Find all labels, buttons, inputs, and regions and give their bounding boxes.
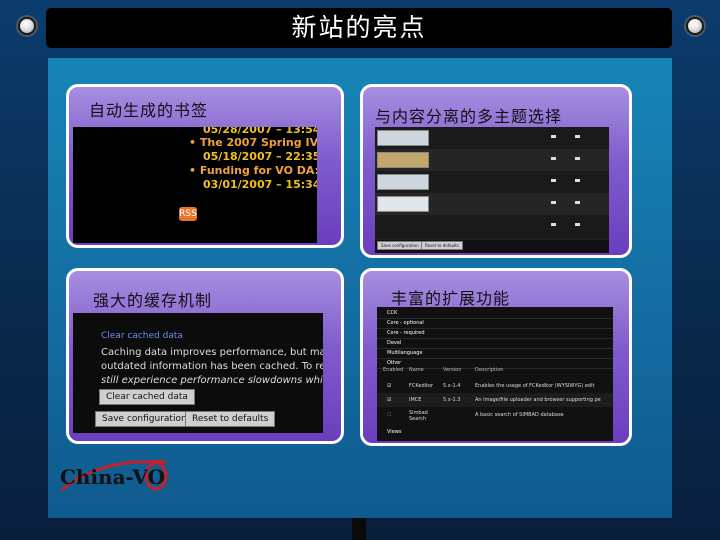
cache-description: Caching data improves performance, but m… bbox=[101, 347, 323, 358]
cache-description: still experience performance slowdowns w… bbox=[101, 375, 323, 386]
module-description: An image/file uploader and browser suppo… bbox=[475, 397, 601, 403]
modules-screenshot: CCK Core - optional Core - required Deve… bbox=[377, 307, 613, 441]
card-cache: 强大的缓存机制 Clear cached data Caching data i… bbox=[66, 268, 344, 444]
china-vo-logo: China-VO bbox=[58, 452, 170, 496]
checkbox-icon[interactable] bbox=[575, 201, 580, 204]
module-description: A basic search of SIMBAD database bbox=[475, 412, 564, 418]
module-version: 5.x-1.4 bbox=[443, 383, 461, 389]
cache-heading: Clear cached data bbox=[101, 331, 183, 341]
bookmark-link-text[interactable]: Funding for VO DA: bbox=[200, 164, 317, 177]
radio-icon[interactable] bbox=[551, 223, 556, 226]
card-modules: 丰富的扩展功能 CCK Core - optional Core - requi… bbox=[360, 268, 632, 446]
card-title-bookmarks: 自动生成的书签 bbox=[89, 101, 209, 120]
bookmark-link-text[interactable]: The 2007 Spring IVO bbox=[200, 136, 317, 149]
header-version: Version bbox=[443, 367, 462, 373]
theme-row[interactable] bbox=[375, 149, 609, 172]
radio-icon[interactable] bbox=[551, 157, 556, 160]
cache-screenshot: Clear cached data Caching data improves … bbox=[73, 313, 323, 433]
bookmark-link[interactable]: • Funding for VO DA: bbox=[189, 164, 317, 177]
bookmark-date: 05/18/2007 – 22:35 bbox=[203, 150, 317, 163]
logo-text: China-VO bbox=[60, 465, 165, 489]
modules-table-header: Enabled Name Version Description bbox=[377, 367, 613, 377]
slide-frame: 新站的亮点 自动生成的书签 05/28/2007 – 13:54 • The 2… bbox=[0, 0, 720, 540]
checkbox-icon[interactable]: ☑ bbox=[387, 393, 391, 407]
table-row: ☑ IMCE 5.x-1.3 An image/file uploader an… bbox=[377, 393, 613, 407]
table-row: ☐ Simbad Search A basic search of SIMBAD… bbox=[377, 407, 613, 423]
content-panel: 自动生成的书签 05/28/2007 – 13:54 • The 2007 Sp… bbox=[48, 58, 672, 518]
logo-swoosh-icon: China-VO bbox=[60, 460, 168, 492]
radio-icon[interactable] bbox=[551, 135, 556, 138]
bookmark-date: 05/28/2007 – 13:54 bbox=[203, 127, 317, 136]
bookmarks-screenshot: 05/28/2007 – 13:54 • The 2007 Spring IVO… bbox=[73, 127, 317, 243]
theme-row[interactable] bbox=[375, 127, 609, 150]
radio-icon[interactable] bbox=[551, 201, 556, 204]
save-configuration-button[interactable]: Save configuration bbox=[95, 411, 194, 427]
checkbox-icon[interactable] bbox=[575, 135, 580, 138]
bookmark-link[interactable]: • The 2007 Spring IVO bbox=[189, 136, 317, 149]
left-knob-icon bbox=[18, 17, 36, 35]
slide-title: 新站的亮点 bbox=[46, 8, 672, 48]
theme-row[interactable] bbox=[375, 193, 609, 216]
theme-row[interactable] bbox=[375, 215, 609, 240]
checkbox-icon[interactable] bbox=[575, 157, 580, 160]
theme-thumbnail-icon bbox=[377, 152, 429, 168]
theme-thumbnail-icon bbox=[377, 196, 429, 212]
module-group[interactable]: Views bbox=[387, 429, 401, 435]
theme-thumbnail-icon bbox=[377, 130, 429, 146]
card-title-cache: 强大的缓存机制 bbox=[93, 291, 213, 310]
theme-thumbnail-icon bbox=[377, 174, 429, 190]
card-themes: 与内容分离的多主题选择 Save configuration Reset to … bbox=[360, 84, 632, 258]
module-name: IMCE bbox=[409, 397, 422, 403]
radio-icon[interactable] bbox=[551, 179, 556, 182]
save-configuration-button[interactable]: Save configuration bbox=[377, 241, 423, 250]
module-name: FCKeditor bbox=[409, 383, 434, 389]
checkbox-icon[interactable] bbox=[575, 223, 580, 226]
module-version: 5.x-1.3 bbox=[443, 397, 461, 403]
checkbox-icon[interactable] bbox=[575, 179, 580, 182]
checkbox-icon[interactable]: ☐ bbox=[387, 407, 391, 423]
reset-defaults-button[interactable]: Reset to defaults bbox=[421, 241, 463, 250]
card-title-modules: 丰富的扩展功能 bbox=[391, 289, 511, 308]
card-bookmarks: 自动生成的书签 05/28/2007 – 13:54 • The 2007 Sp… bbox=[66, 84, 344, 248]
header-name: Name bbox=[409, 367, 424, 373]
cache-description: outdated information has been cached. To… bbox=[101, 361, 323, 372]
module-name: Simbad Search bbox=[409, 410, 428, 422]
header-description: Description bbox=[475, 367, 504, 373]
clear-cached-data-button[interactable]: Clear cached data bbox=[99, 389, 195, 405]
checkbox-icon[interactable]: ☑ bbox=[387, 379, 391, 393]
bookmark-date: 03/01/2007 – 15:34 bbox=[203, 178, 317, 191]
header-enabled: Enabled bbox=[383, 367, 404, 373]
theme-row[interactable] bbox=[375, 171, 609, 194]
module-description: Enables the usage of FCKeditor (WYSIWYG)… bbox=[475, 383, 595, 389]
card-title-themes: 与内容分离的多主题选择 bbox=[375, 107, 563, 126]
table-row: ☑ FCKeditor 5.x-1.4 Enables the usage of… bbox=[377, 379, 613, 393]
themes-screenshot: Save configuration Reset to defaults bbox=[375, 127, 609, 253]
rss-icon[interactable]: RSS bbox=[179, 207, 197, 221]
right-knob-icon bbox=[686, 17, 704, 35]
bottom-divider bbox=[352, 518, 366, 540]
reset-defaults-button[interactable]: Reset to defaults bbox=[185, 411, 276, 427]
